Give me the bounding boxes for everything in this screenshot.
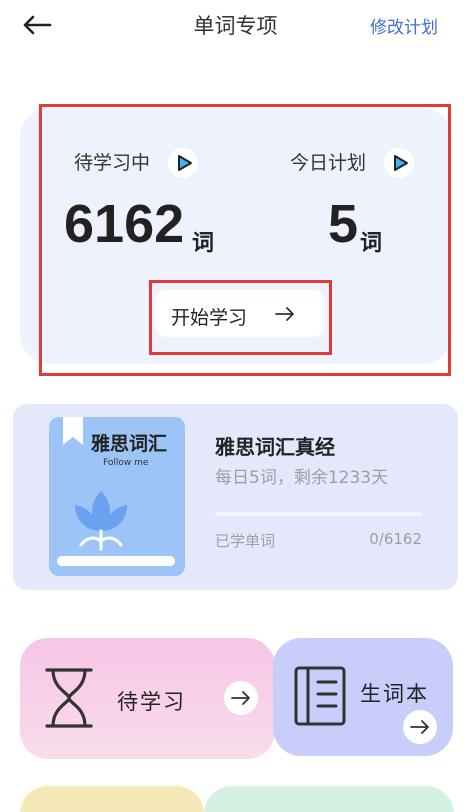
book-cover[interactable]: 雅思词汇 Follow me xyxy=(49,417,185,576)
cover-subtitle: Follow me xyxy=(103,458,149,468)
learned-words-count: 0/6162 xyxy=(369,530,422,548)
cover-title: 雅思词汇 xyxy=(91,433,168,455)
pending-study-label: 待学习 xyxy=(117,690,186,714)
book-title: 雅思词汇真经 xyxy=(215,435,335,459)
pending-study-tile[interactable]: 待学习 xyxy=(20,638,275,759)
learned-words-label: 已学单词 xyxy=(215,532,276,550)
next-tile-green[interactable] xyxy=(204,786,454,812)
arrow-right-icon xyxy=(231,691,250,705)
next-tile-yellow[interactable] xyxy=(20,786,204,812)
bookmark-icon xyxy=(63,417,83,445)
modify-plan-link[interactable]: 修改计划 xyxy=(370,13,438,38)
learn-progress-bar xyxy=(215,512,422,516)
vocab-tile-arrow-button[interactable] xyxy=(403,710,437,744)
arrow-right-icon xyxy=(410,720,429,734)
hourglass-icon xyxy=(45,668,93,728)
notebook-icon xyxy=(294,666,346,726)
cover-bottom-bar xyxy=(57,556,175,566)
highlight-box-button xyxy=(149,280,332,355)
vocab-book-tile[interactable]: 生词本 xyxy=(273,638,453,756)
app-header: 单词专项 修改计划 xyxy=(0,0,471,50)
book-daily-plan: 每日5词，剩余1233天 xyxy=(215,468,389,488)
pending-tile-arrow-button[interactable] xyxy=(224,681,258,715)
vocab-book-label: 生词本 xyxy=(360,682,429,706)
lotus-icon xyxy=(75,491,127,551)
